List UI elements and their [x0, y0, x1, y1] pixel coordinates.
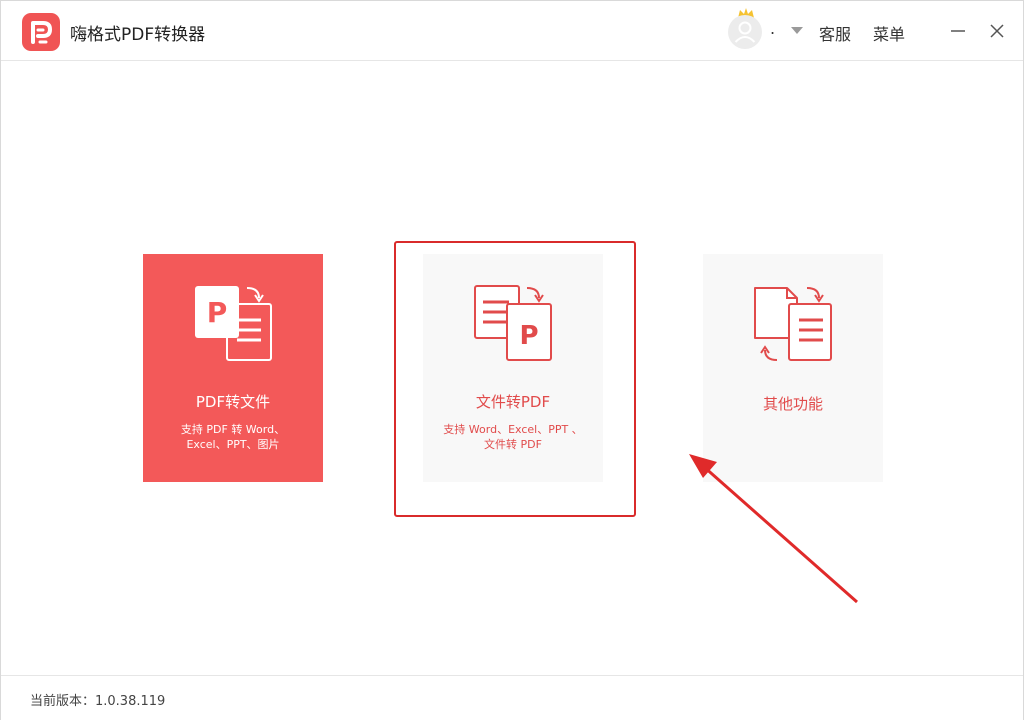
card-description-line: 文件转 PDF [484, 438, 542, 451]
card-description: 支持 Word、Excel、PPT 、 文件转 PDF [433, 422, 593, 452]
user-avatar[interactable] [727, 7, 767, 51]
support-button[interactable]: 客服 [819, 21, 851, 45]
title-bar: 嗨格式PDF转换器 . 客服 菜单 [1, 1, 1023, 61]
user-icon [734, 21, 756, 43]
avatar [728, 15, 762, 49]
minimize-icon [951, 30, 965, 32]
svg-text:P: P [519, 321, 538, 351]
user-name: . [770, 19, 776, 38]
card-title: 其他功能 [762, 395, 823, 413]
card-title: PDF转文件 [195, 393, 271, 411]
pdf-to-file-icon: P [195, 286, 272, 361]
close-icon [990, 24, 1004, 38]
close-button[interactable] [985, 19, 1009, 43]
file-to-pdf-icon: P [474, 285, 552, 361]
card-description-line: 支持 Word、Excel、PPT 、 [443, 423, 583, 436]
card-title: 文件转PDF [475, 393, 551, 411]
pdf-to-file-card[interactable]: P PDF转文件 支持 PDF 转 Word、 Excel、PPT、图片 [143, 254, 323, 482]
annotation-arrow-icon [689, 454, 858, 604]
card-description: 支持 PDF 转 Word、 Excel、PPT、图片 [153, 422, 313, 452]
svg-text:P: P [207, 296, 228, 329]
other-tools-icon [754, 287, 832, 361]
status-bar: 当前版本：1.0.38.119 [1, 675, 1023, 720]
app-window: 嗨格式PDF转换器 . 客服 菜单 P PDF转文件 支持 PDF 转 Word… [0, 0, 1024, 720]
app-title: 嗨格式PDF转换器 [70, 25, 206, 45]
card-description-line: Excel、PPT、图片 [186, 438, 280, 451]
file-to-pdf-card[interactable]: P 文件转PDF 支持 Word、Excel、PPT 、 文件转 PDF [423, 254, 603, 482]
chevron-down-icon[interactable] [791, 27, 803, 34]
card-description-line: 支持 PDF 转 Word、 [180, 423, 286, 436]
minimize-button[interactable] [946, 19, 970, 43]
pdf-logo-icon [22, 13, 60, 51]
version-label: 当前版本：1.0.38.119 [30, 694, 166, 709]
menu-button[interactable]: 菜单 [873, 21, 905, 45]
